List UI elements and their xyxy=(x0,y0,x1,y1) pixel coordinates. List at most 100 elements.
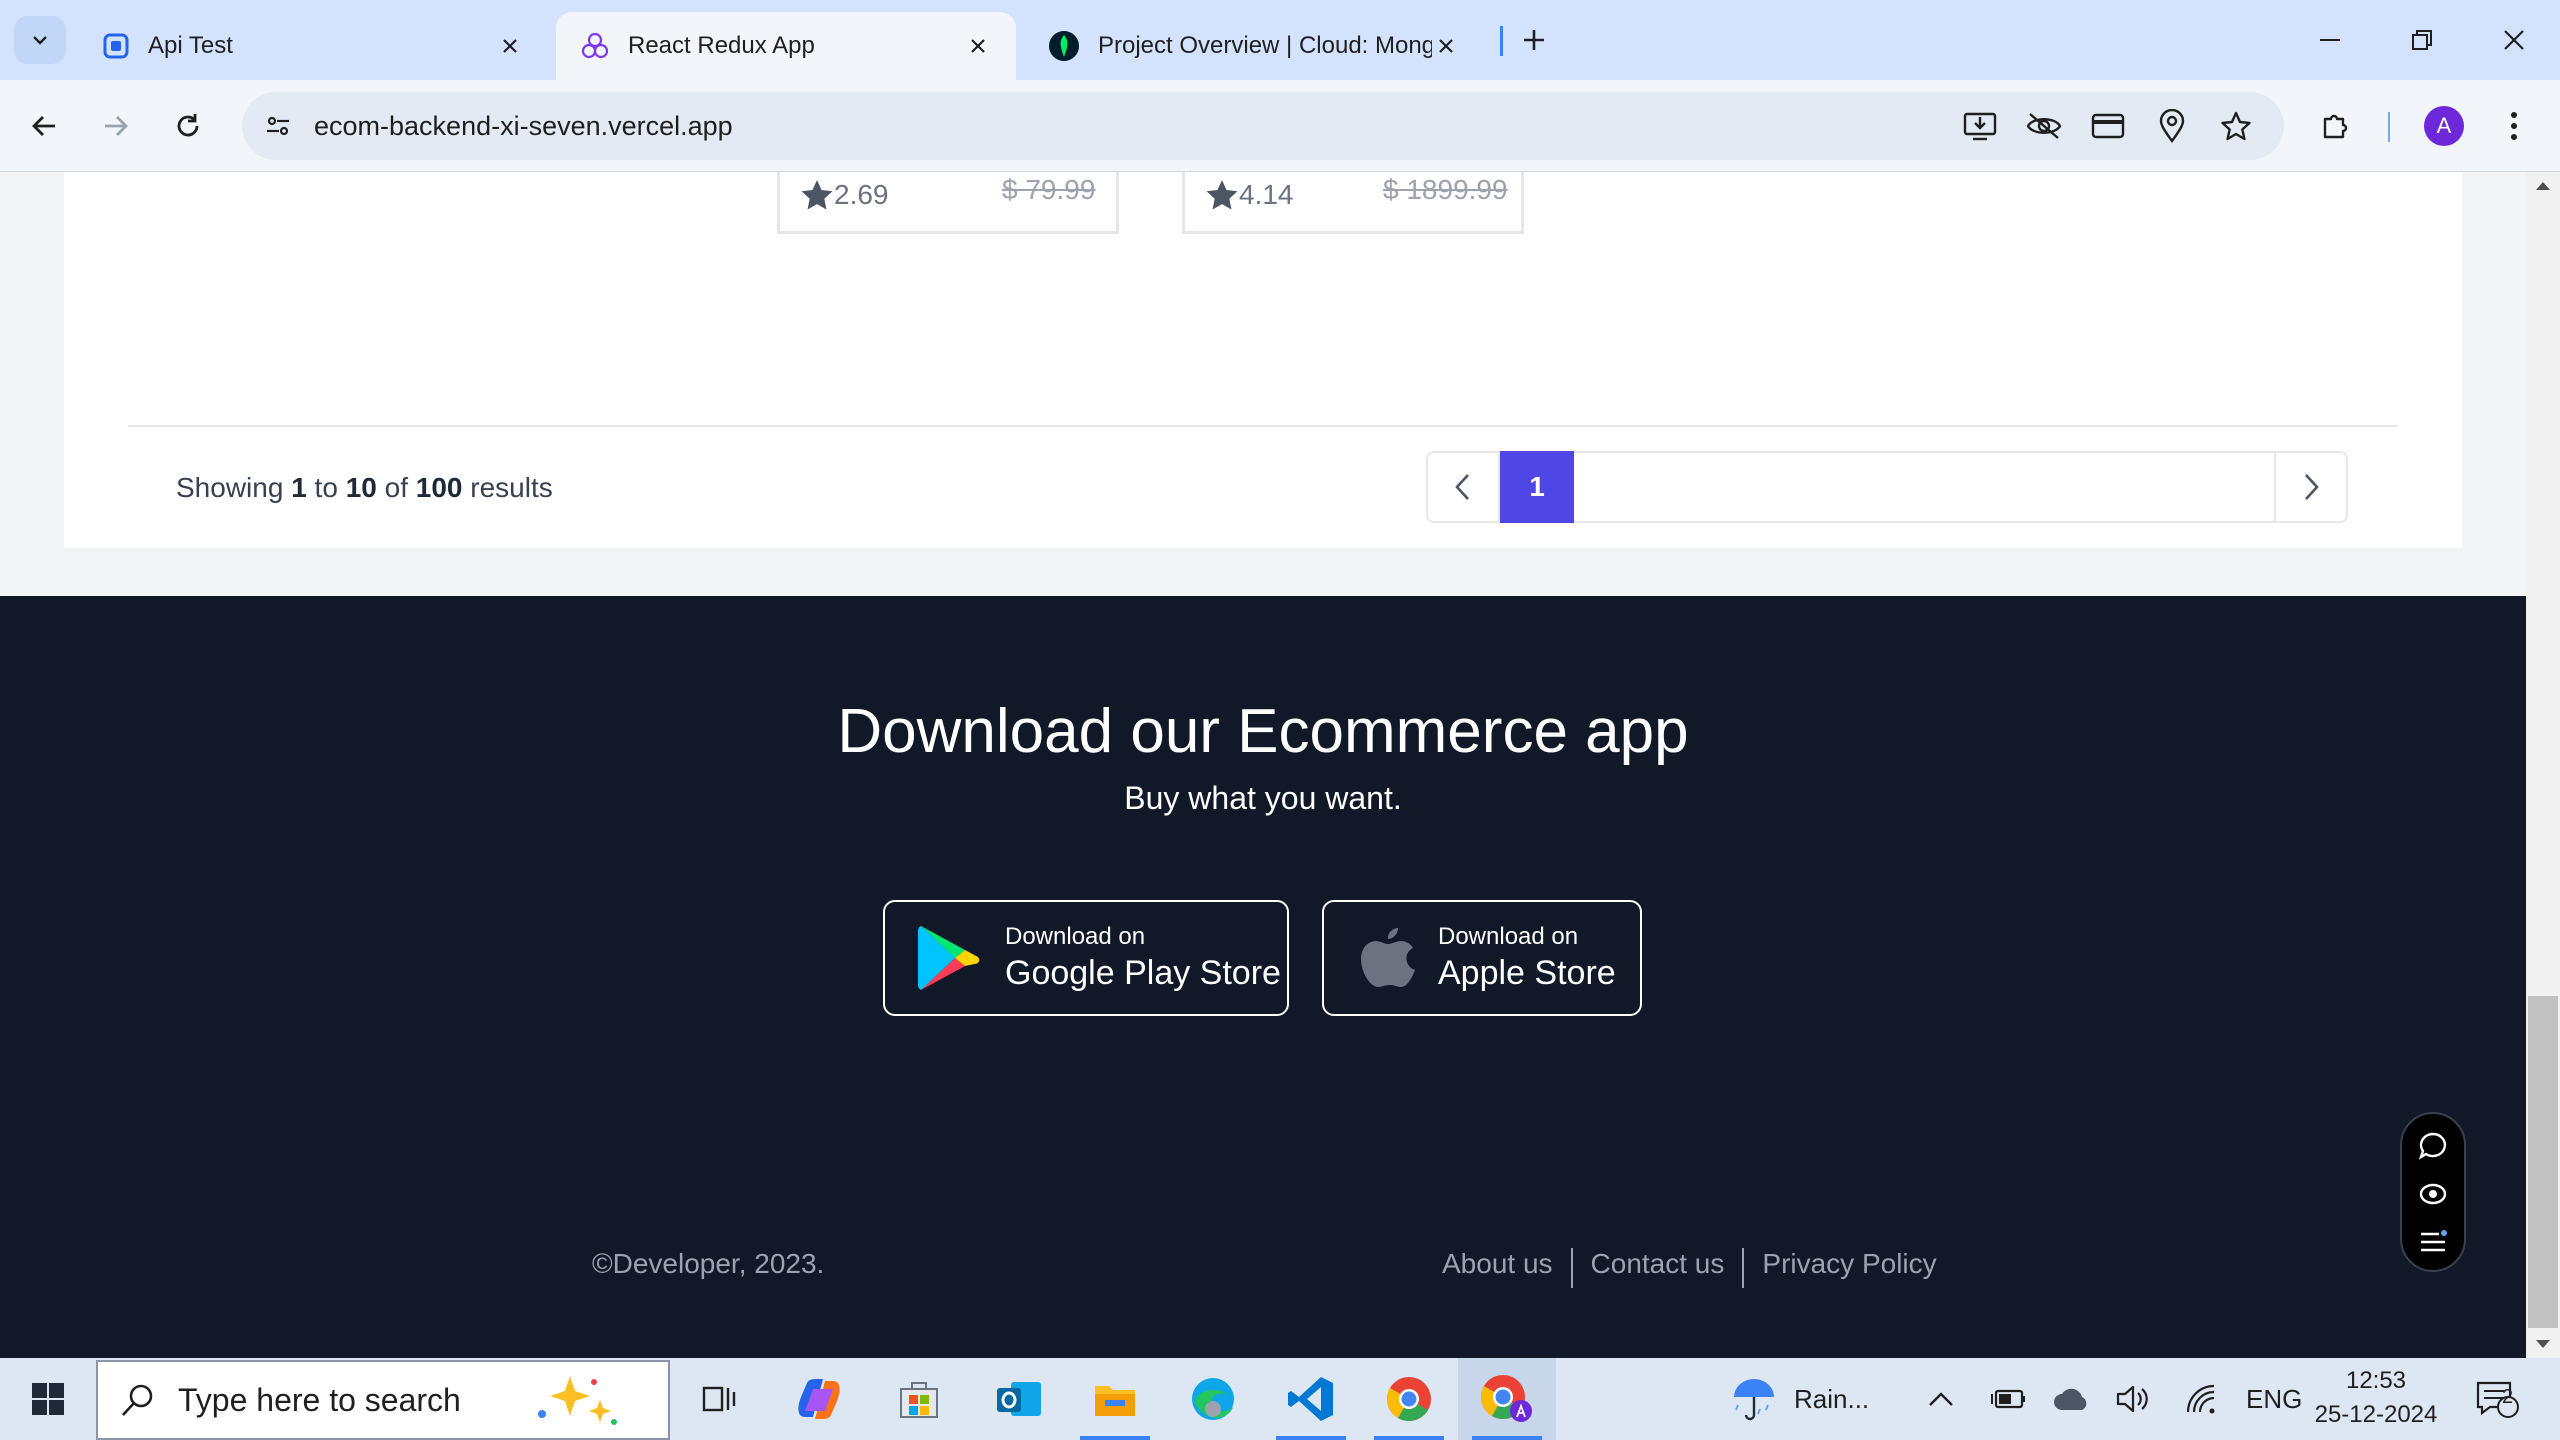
reload-icon xyxy=(177,114,199,137)
previous-page-button[interactable] xyxy=(1428,453,1500,521)
chrome-profile-app[interactable] xyxy=(1458,1358,1556,1440)
notification-count: 2 xyxy=(2502,1386,2514,1408)
list-button[interactable] xyxy=(2417,1226,2449,1258)
tab-title: React Redux App xyxy=(628,32,815,59)
contact-us-link[interactable]: Contact us xyxy=(1591,1248,1725,1288)
scrollbar-thumb[interactable] xyxy=(2528,996,2558,1328)
arrow-left-icon xyxy=(32,116,55,136)
product-card[interactable]: 2.69 $ 79.99 xyxy=(777,172,1119,234)
close-tab-icon[interactable] xyxy=(496,32,524,60)
copyright-text: ©Developer, 2023. xyxy=(592,1248,825,1279)
chevron-right-icon xyxy=(2305,474,2319,500)
notification-center-button[interactable]: 2 xyxy=(2476,1358,2520,1440)
edge-app[interactable] xyxy=(1164,1358,1262,1440)
product-list-card: 2.69 $ 79.99 4.14 $ 1899.99 Showing 1 to… xyxy=(64,172,2462,548)
tab-search-button[interactable] xyxy=(14,16,66,64)
toolbar-divider xyxy=(2388,112,2390,142)
volume-control[interactable] xyxy=(2116,1358,2150,1440)
vscode-icon xyxy=(1288,1377,1333,1421)
forward-button[interactable] xyxy=(92,102,140,150)
plus-icon xyxy=(1524,30,1544,50)
new-tab-button[interactable] xyxy=(1510,16,1558,64)
reload-button[interactable] xyxy=(164,102,212,150)
onedrive-status[interactable] xyxy=(2052,1358,2090,1440)
rating-value: 4.14 xyxy=(1239,179,1294,210)
extensions-button[interactable] xyxy=(2312,102,2360,150)
site-footer: Download our Ecommerce app Buy what you … xyxy=(0,596,2526,1358)
microsoft-store-app[interactable] xyxy=(870,1358,968,1440)
back-button[interactable] xyxy=(20,102,68,150)
system-clock[interactable]: 12:53 25-12-2024 xyxy=(2296,1364,2456,1432)
close-window-button[interactable] xyxy=(2490,16,2538,64)
scroll-down-arrow-icon[interactable] xyxy=(2526,1332,2560,1358)
sparkle-icon xyxy=(538,1376,617,1425)
tab-strip: Api Test React Redux App Project Overvie… xyxy=(0,0,2560,80)
page-button-current[interactable]: 1 xyxy=(1500,451,1574,523)
page-content: 2.69 $ 79.99 4.14 $ 1899.99 Showing 1 to… xyxy=(0,172,2526,1358)
privacy-policy-link[interactable]: Privacy Policy xyxy=(1762,1248,1936,1288)
product-price: $ 79.99 xyxy=(1002,174,1096,205)
copilot-app[interactable] xyxy=(770,1358,868,1440)
site-info-icon[interactable] xyxy=(256,104,300,148)
install-icon xyxy=(1963,112,1997,141)
about-us-link[interactable]: About us xyxy=(1442,1248,1553,1288)
close-tab-icon[interactable] xyxy=(964,32,992,60)
apple-store-button[interactable]: Download on Apple Store xyxy=(1322,900,1642,1016)
browser-menu-button[interactable] xyxy=(2490,102,2538,150)
redux-favicon xyxy=(581,32,609,59)
search-icon xyxy=(122,1384,153,1416)
results-total: 100 xyxy=(415,472,463,503)
task-view-button[interactable] xyxy=(670,1358,768,1440)
apple-store-small-label: Download on xyxy=(1438,923,1579,950)
file-explorer-app[interactable] xyxy=(1066,1358,1164,1440)
minimize-button[interactable] xyxy=(2306,16,2354,64)
speaker-icon xyxy=(2116,1385,2148,1413)
tab-title: Api Test xyxy=(148,32,233,59)
eye-off-icon xyxy=(2026,113,2062,139)
results-word: results xyxy=(470,472,553,503)
tab-api-test[interactable]: Api Test xyxy=(78,12,548,80)
payment-methods-button[interactable] xyxy=(2084,102,2132,150)
weather-widget[interactable]: Rain... xyxy=(1730,1358,1869,1440)
wifi-icon xyxy=(2186,1384,2215,1414)
next-page-button[interactable] xyxy=(2274,453,2346,521)
taskbar-search[interactable]: Type here to search xyxy=(96,1360,670,1440)
location-pin-icon xyxy=(2159,109,2185,143)
chrome-icon xyxy=(1387,1377,1431,1421)
network-status[interactable] xyxy=(2184,1358,2218,1440)
chat-button[interactable] xyxy=(2417,1130,2449,1162)
apple-icon xyxy=(1361,928,1415,987)
link-separator xyxy=(1570,1248,1573,1288)
google-play-button[interactable]: Download on Google Play Store xyxy=(883,900,1289,1016)
input-language[interactable]: ENG xyxy=(2246,1358,2302,1440)
windows-taskbar: Type here to search Rain... ENG 12:53 25… xyxy=(0,1358,2560,1440)
footer-links: About us Contact us Privacy Policy xyxy=(1442,1248,1937,1288)
view-button[interactable] xyxy=(2417,1178,2449,1210)
tab-mongodb[interactable]: Project Overview | Cloud: Mong xyxy=(1024,12,1484,80)
tracking-protection-button[interactable] xyxy=(2020,102,2068,150)
start-button[interactable] xyxy=(0,1358,96,1440)
url-text[interactable]: ecom-backend-xi-seven.vercel.app xyxy=(314,92,733,160)
outlook-app[interactable] xyxy=(970,1358,1068,1440)
show-hidden-icons-button[interactable] xyxy=(1928,1358,1954,1440)
restore-icon xyxy=(2412,30,2432,50)
tab-react-redux-app[interactable]: React Redux App xyxy=(556,12,1016,80)
profile-avatar[interactable]: A xyxy=(2424,106,2464,146)
scroll-up-arrow-icon[interactable] xyxy=(2526,172,2560,198)
umbrella-rain-icon xyxy=(1734,1379,1774,1421)
bookmark-button[interactable] xyxy=(2212,102,2260,150)
chrome-app[interactable] xyxy=(1360,1358,1458,1440)
eye-icon xyxy=(2419,1183,2447,1205)
product-card[interactable]: 4.14 $ 1899.99 xyxy=(1182,172,1524,234)
address-bar[interactable]: ecom-backend-xi-seven.vercel.app xyxy=(242,92,2284,160)
location-button[interactable] xyxy=(2148,102,2196,150)
results-from: 1 xyxy=(291,472,307,503)
battery-status[interactable] xyxy=(1990,1358,2026,1440)
install-app-button[interactable] xyxy=(1956,102,2004,150)
star-icon xyxy=(2221,111,2251,141)
browser-toolbar: ecom-backend-xi-seven.vercel.app A xyxy=(0,80,2560,172)
restore-button[interactable] xyxy=(2398,16,2446,64)
vscode-app[interactable] xyxy=(1262,1358,1360,1440)
link-separator xyxy=(1742,1248,1745,1288)
close-tab-icon[interactable] xyxy=(1432,32,1460,60)
